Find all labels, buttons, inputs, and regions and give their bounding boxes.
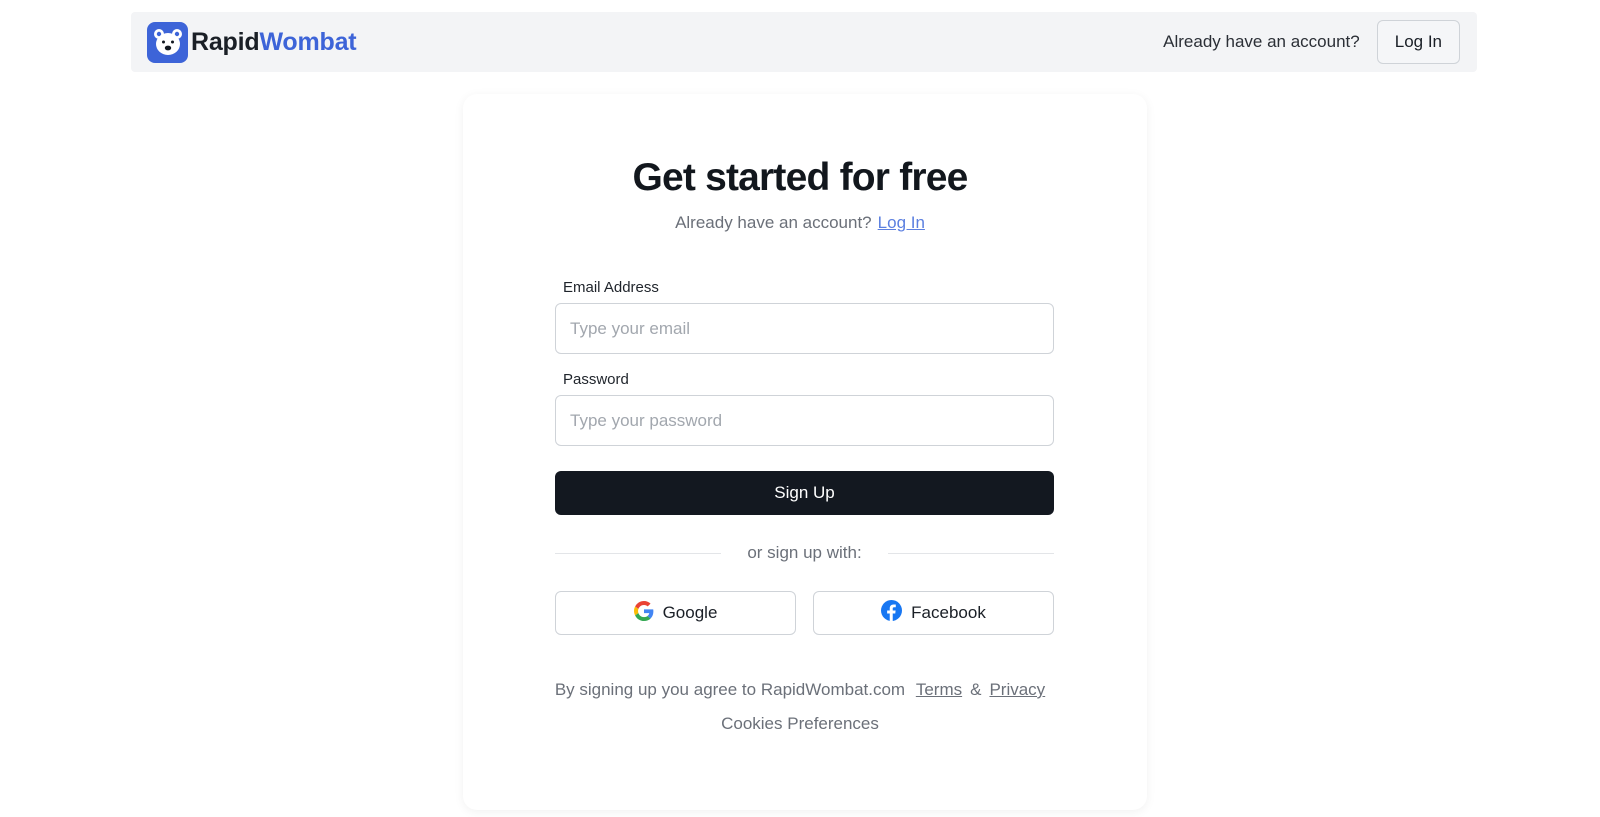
- subtitle-text: Already have an account?: [675, 213, 872, 232]
- google-icon: [633, 600, 654, 626]
- page-title: Get started for free: [632, 156, 968, 199]
- facebook-label: Facebook: [911, 603, 986, 622]
- legal-notice: By signing up you agree to RapidWombat.c…: [0, 680, 1600, 700]
- header-account-prompt: Already have an account?: [1163, 32, 1360, 51]
- facebook-signup-button[interactable]: Facebook: [813, 591, 1054, 635]
- signup-card: [463, 94, 1147, 810]
- top-navbar: RapidWombat Already have an account? Log…: [131, 12, 1477, 72]
- header-account-area: Already have an account? Log In: [1163, 20, 1460, 64]
- legal-text: By signing up you agree to RapidWombat.c…: [554, 680, 906, 699]
- signup-button[interactable]: Sign Up: [555, 471, 1054, 515]
- brand-name-part1: Rapid: [191, 27, 260, 56]
- facebook-icon: [881, 600, 903, 626]
- email-label: Email Address: [563, 279, 659, 296]
- subtitle-login-link[interactable]: Log In: [878, 213, 925, 232]
- brand-name-part2: Wombat: [259, 27, 357, 56]
- google-label: Google: [662, 603, 718, 622]
- legal-ampersand: &: [970, 680, 982, 699]
- divider: or sign up with:: [555, 543, 1054, 563]
- email-field[interactable]: [555, 303, 1054, 354]
- terms-link[interactable]: Terms: [916, 680, 962, 699]
- password-label: Password: [563, 371, 629, 388]
- google-signup-button[interactable]: Google: [555, 591, 796, 635]
- privacy-link[interactable]: Privacy: [989, 680, 1045, 699]
- subtitle: Already have an account? Log In: [0, 213, 1600, 233]
- header-login-button[interactable]: Log In: [1376, 20, 1460, 64]
- brand[interactable]: RapidWombat: [147, 21, 357, 63]
- wombat-logo-icon: [147, 21, 188, 63]
- brand-name: RapidWombat: [191, 27, 357, 57]
- password-field[interactable]: [555, 395, 1054, 446]
- divider-line-right: [888, 553, 1054, 554]
- cookies-preferences-link[interactable]: Cookies Preferences: [0, 714, 1600, 734]
